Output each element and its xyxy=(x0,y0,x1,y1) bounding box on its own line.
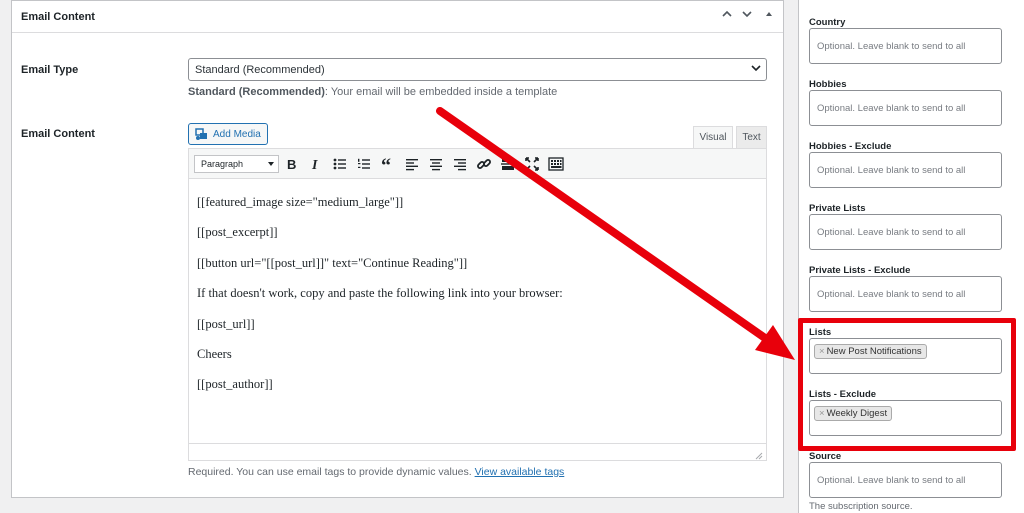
source-input[interactable]: Optional. Leave blank to send to all xyxy=(809,462,1002,498)
email-content-postbox: Email Content Email Type Standard (Recom… xyxy=(11,0,784,498)
private-lists-placeholder: Optional. Leave blank to send to all xyxy=(817,227,966,238)
private-lists-exclude-placeholder: Optional. Leave blank to send to all xyxy=(817,289,966,300)
content-line: [[post_author]] xyxy=(197,377,273,391)
hobbies-placeholder: Optional. Leave blank to send to all xyxy=(817,103,966,114)
add-media-button[interactable]: Add Media xyxy=(188,123,268,145)
private-lists-exclude-label: Private Lists - Exclude xyxy=(809,265,911,276)
email-type-description: Standard (Recommended): Your email will … xyxy=(188,86,557,98)
bullet-list-icon[interactable] xyxy=(332,156,348,172)
help-text: Required. You can use email tags to prov… xyxy=(188,466,564,478)
media-icon xyxy=(195,128,207,140)
source-label: Source xyxy=(809,451,842,462)
private-lists-label: Private Lists xyxy=(809,203,866,214)
editor-toolbar: Paragraph B I “ xyxy=(189,149,766,179)
email-type-label: Email Type xyxy=(21,64,79,76)
move-up-icon[interactable] xyxy=(718,8,736,26)
move-down-icon[interactable] xyxy=(738,8,756,26)
add-media-label: Add Media xyxy=(213,129,261,140)
hobbies-exclude-label: Hobbies - Exclude xyxy=(809,141,892,152)
annotation-highlight-box xyxy=(798,318,1016,451)
source-description: The subscription source. xyxy=(809,501,913,512)
content-line: [[featured_image size="medium_large"]] xyxy=(197,195,404,209)
content-line: Cheers xyxy=(197,347,232,361)
editor-status-bar xyxy=(189,443,766,460)
tab-text[interactable]: Text xyxy=(736,126,767,148)
email-type-selected-value: Standard (Recommended) xyxy=(195,64,325,76)
country-input[interactable]: Optional. Leave blank to send to all xyxy=(809,28,1002,64)
caret-down-icon xyxy=(268,162,274,166)
hobbies-exclude-placeholder: Optional. Leave blank to send to all xyxy=(817,165,966,176)
collapse-toggle-icon[interactable] xyxy=(760,8,778,26)
chevron-down-icon xyxy=(750,62,761,72)
tab-visual[interactable]: Visual xyxy=(693,126,733,148)
wysiwyg-editor: Paragraph B I “ [[featured_image size="m… xyxy=(188,148,767,461)
email-type-select[interactable]: Standard (Recommended) xyxy=(188,58,767,81)
content-line: [[post_excerpt]] xyxy=(197,225,278,239)
country-label: Country xyxy=(809,17,846,28)
align-right-icon[interactable] xyxy=(452,156,468,172)
postbox-header: Email Content xyxy=(12,1,783,33)
content-line: If that doesn't work, copy and paste the… xyxy=(197,286,563,300)
hobbies-label: Hobbies xyxy=(809,79,847,90)
editor-content-area[interactable]: [[featured_image size="medium_large"]] [… xyxy=(189,180,766,443)
email-type-desc-bold: Standard (Recommended) xyxy=(188,86,325,98)
private-lists-input[interactable]: Optional. Leave blank to send to all xyxy=(809,214,1002,250)
italic-icon[interactable]: I xyxy=(308,156,324,173)
private-lists-exclude-input[interactable]: Optional. Leave blank to send to all xyxy=(809,276,1002,312)
link-icon[interactable] xyxy=(476,156,492,172)
toolbar-toggle-icon[interactable] xyxy=(548,156,564,172)
help-text-body: Required. You can use email tags to prov… xyxy=(188,466,475,478)
country-placeholder: Optional. Leave blank to send to all xyxy=(817,41,966,52)
svg-text:“: “ xyxy=(381,156,391,172)
format-select-value: Paragraph xyxy=(201,159,244,169)
hobbies-input[interactable]: Optional. Leave blank to send to all xyxy=(809,90,1002,126)
email-content-label: Email Content xyxy=(21,128,95,140)
blockquote-icon[interactable]: “ xyxy=(380,155,396,177)
align-left-icon[interactable] xyxy=(404,156,420,172)
numbered-list-icon[interactable] xyxy=(356,156,372,172)
svg-text:I: I xyxy=(311,158,318,172)
source-placeholder: Optional. Leave blank to send to all xyxy=(817,475,966,486)
align-center-icon[interactable] xyxy=(428,156,444,172)
view-tags-link[interactable]: View available tags xyxy=(475,466,565,478)
more-tag-icon[interactable] xyxy=(500,156,516,172)
content-line: [[post_url]] xyxy=(197,317,255,331)
postbox-title: Email Content xyxy=(21,11,95,23)
resize-handle-icon[interactable] xyxy=(755,449,763,460)
content-line: [[button url="[[post_url]]" text="Contin… xyxy=(197,256,468,270)
fullscreen-icon[interactable] xyxy=(524,156,540,172)
email-type-desc-rest: : Your email will be embedded inside a t… xyxy=(324,86,558,98)
format-select[interactable]: Paragraph xyxy=(194,155,279,173)
svg-text:B: B xyxy=(287,157,296,172)
hobbies-exclude-input[interactable]: Optional. Leave blank to send to all xyxy=(809,152,1002,188)
bold-icon[interactable]: B xyxy=(284,156,300,172)
